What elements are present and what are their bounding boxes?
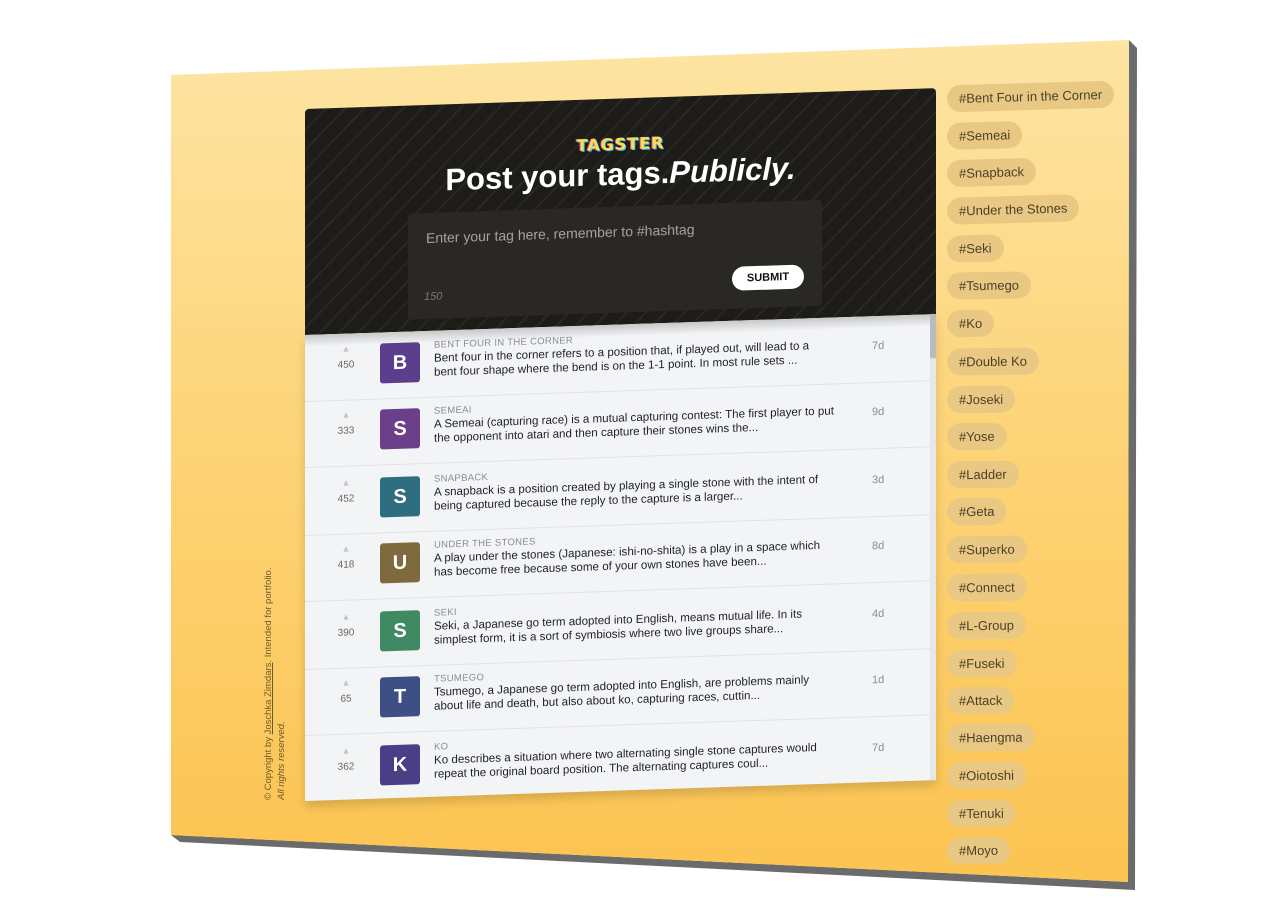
tag-feed[interactable]: ▲ 450 B BENT FOUR IN THE CORNER Bent four in… — [305, 314, 936, 801]
sidebar-tag[interactable]: #Under the Stones — [946, 194, 1080, 225]
sidebar-tag[interactable]: #Geta — [946, 497, 1007, 526]
post-age: 4d — [872, 607, 885, 621]
sidebar-tag[interactable]: #Double Ko — [946, 347, 1040, 376]
copyright-notice: © Copyright by Joschka Zimdars. Intended… — [262, 560, 302, 800]
sidebar-tag[interactable]: #Semeai — [946, 120, 1023, 151]
sidebar-tag[interactable]: #Attack — [946, 686, 1015, 715]
tag-title: SEKI — [434, 606, 457, 619]
vote-control: ▲ 390 — [331, 611, 361, 639]
tag-avatar: K — [380, 744, 420, 786]
vote-count: 452 — [337, 493, 355, 505]
vote-control: ▲ 65 — [331, 677, 361, 705]
sidebar-tag[interactable]: #Haengma — [946, 723, 1035, 752]
sidebar-tag[interactable]: #Tsumego — [946, 271, 1032, 300]
vote-control: ▲ 333 — [331, 409, 361, 437]
post-age: 9d — [872, 405, 885, 419]
tag-composer: 150 SUBMIT — [408, 199, 822, 320]
headline-main: Post your tags. — [445, 154, 670, 198]
post-age: 1d — [872, 673, 885, 687]
sidebar-tag[interactable]: #Fuseki — [946, 649, 1017, 678]
vote-count: 362 — [337, 761, 355, 773]
vote-control: ▲ 452 — [331, 477, 361, 505]
upvote-arrow-icon[interactable]: ▲ — [331, 611, 361, 622]
copyright-prefix: © Copyright by — [263, 734, 274, 800]
sidebar-tag[interactable]: #Bent Four in the Corner — [946, 80, 1115, 113]
sidebar-tag[interactable]: #Oiotoshi — [946, 761, 1027, 790]
rights-reserved: All rights reserved. — [276, 721, 287, 800]
post-age: 7d — [872, 741, 885, 755]
upvote-arrow-icon[interactable]: ▲ — [331, 477, 361, 488]
post-age: 8d — [872, 539, 885, 553]
author-link[interactable]: Joschka Zimdars — [263, 663, 274, 735]
upvote-arrow-icon[interactable]: ▲ — [331, 409, 361, 420]
sidebar-tag[interactable]: #Moyo — [946, 836, 1011, 865]
sidebar-tag[interactable]: #Seki — [946, 234, 1004, 263]
sidebar-tag[interactable]: #Superko — [946, 535, 1027, 564]
main-card: TAGSTER Post your tags.Publicly. 150 SUB… — [305, 66, 936, 827]
vote-control: ▲ 450 — [331, 343, 361, 371]
upvote-arrow-icon[interactable]: ▲ — [331, 745, 361, 756]
vote-control: ▲ 362 — [331, 745, 361, 773]
scrollbar-thumb[interactable] — [930, 314, 936, 359]
sidebar-tag[interactable]: #Joseki — [946, 385, 1016, 414]
tag-title: KO — [434, 741, 449, 753]
tag-title: TSUMEGO — [434, 672, 485, 685]
vote-count: 450 — [337, 359, 355, 371]
tag-description: Ko describes a situation where two alter… — [434, 741, 817, 781]
tag-avatar: B — [380, 342, 420, 384]
tag-title: SNAPBACK — [434, 471, 489, 485]
post-age: 3d — [872, 473, 885, 487]
sidebar-tag[interactable]: #Ladder — [946, 460, 1019, 489]
sidebar-tag[interactable]: #L-Group — [946, 611, 1027, 640]
post-age: 7d — [872, 339, 885, 353]
tag-title: SEMEAI — [434, 404, 472, 417]
submit-button[interactable]: SUBMIT — [732, 264, 804, 291]
sidebar-tag[interactable]: #Ko — [946, 309, 995, 338]
sidebar-tag[interactable]: #Tenuki — [946, 799, 1016, 828]
copyright-suffix: . Intended for portfolio. — [263, 567, 274, 663]
tag-description: A snapback is a position created by play… — [434, 472, 819, 513]
upvote-arrow-icon[interactable]: ▲ — [331, 677, 361, 688]
tag-avatar: S — [380, 408, 420, 450]
sidebar-tag[interactable]: #Yose — [946, 422, 1007, 451]
tag-description: A Semeai (capturing race) is a mutual ca… — [434, 404, 834, 445]
post-header: TAGSTER Post your tags.Publicly. 150 SUB… — [305, 88, 936, 336]
feed-scrollbar[interactable] — [930, 314, 936, 781]
sidebar-tag[interactable]: #Snapback — [946, 157, 1037, 188]
vote-count: 333 — [337, 425, 355, 437]
vote-count: 65 — [340, 693, 352, 705]
tag-description: Seki, a Japanese go term adopted into En… — [434, 607, 802, 647]
vote-count: 418 — [337, 559, 355, 571]
tag-avatar: S — [380, 476, 420, 518]
char-counter: 150 — [424, 290, 443, 304]
tag-avatar: T — [380, 676, 420, 718]
vote-count: 390 — [337, 627, 355, 639]
tag-avatar: U — [380, 542, 420, 584]
upvote-arrow-icon[interactable]: ▲ — [331, 543, 361, 554]
upvote-arrow-icon[interactable]: ▲ — [331, 343, 361, 354]
headline-accent: Publicly. — [669, 150, 796, 190]
tag-avatar: S — [380, 610, 420, 652]
sidebar-tag[interactable]: #Connect — [946, 573, 1027, 602]
tag-description: Tsumego, a Japanese go term adopted into… — [434, 673, 810, 713]
tag-input[interactable] — [424, 214, 808, 250]
vote-control: ▲ 418 — [331, 543, 361, 571]
